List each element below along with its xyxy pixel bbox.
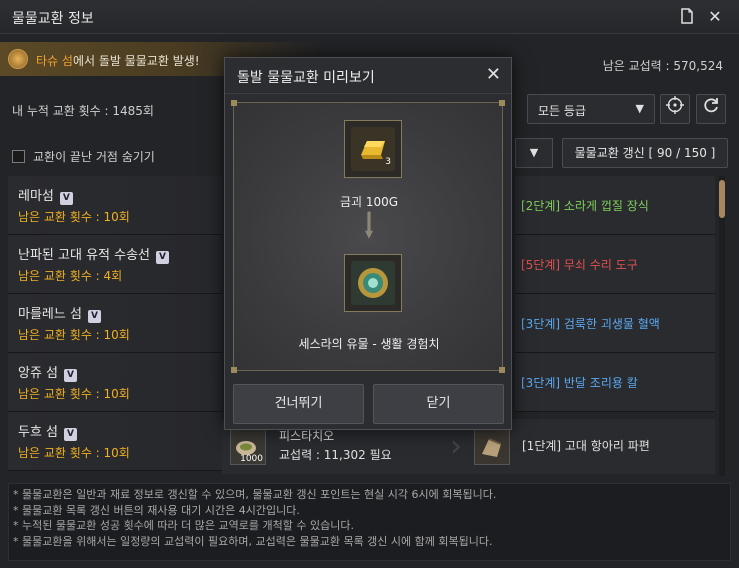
help-notes: * 물물교환은 일반과 재료 정보로 갱신할 수 있으며, 물물교환 갱신 포인…: [8, 483, 731, 561]
island-name: 난파된 고대 유적 수송선: [18, 248, 150, 263]
pistachio-item-icon: 1000: [230, 429, 266, 465]
window-title: 물물교환 정보: [12, 11, 94, 27]
skip-button[interactable]: 건너뛰기: [233, 384, 364, 424]
filter-dropdown[interactable]: ▼: [515, 138, 553, 168]
remaining-power: 남은 교섭력 : 570,524: [602, 59, 723, 73]
island-remaining-count: 남은 교환 횟수 : 4회: [18, 269, 123, 283]
trade-item-name: [2단계] 소라게 껍질 장식: [521, 199, 649, 213]
corner-ornament: [499, 100, 505, 106]
island-name: 레마섬: [18, 189, 54, 204]
trade-preview-dialog: 돌발 물물교환 미리보기 ✕ 3 금괴 100G 세스라의 유물 - 생활 경험…: [224, 57, 512, 430]
island-name: 마를레느 섬: [18, 307, 82, 322]
get-item-slot[interactable]: [344, 254, 402, 312]
trade-item[interactable]: [3단계] 반달 조리용 칼: [515, 353, 715, 412]
hide-done-toggle[interactable]: 교환이 끝난 거점 숨기기: [12, 148, 155, 165]
get-item-name: 세스라의 유물 - 생활 경험치: [298, 337, 440, 351]
title-bar: 물물교환 정보 ✕: [0, 0, 739, 34]
arrow-down-icon: [365, 211, 373, 239]
pot-shard-item-icon: [474, 429, 510, 465]
island-list: 레마섬 V 남은 교환 횟수 : 10회 난파된 고대 유적 수송선 V 남은 교환…: [8, 176, 222, 471]
event-notice-message: 에서 돌발 물물교환 발생!: [72, 54, 200, 68]
event-island-name: 타슈 섬: [36, 54, 73, 68]
event-notice-text: 타슈 섬에서 돌발 물물교환 발생!: [36, 52, 200, 69]
relic-icon: [351, 261, 395, 305]
island-item[interactable]: 마를레느 섬 V 남은 교환 횟수 : 10회: [8, 294, 222, 353]
island-item[interactable]: 난파된 고대 유적 수송선 V 남은 교환 횟수 : 4회: [8, 235, 222, 294]
crosshair-icon: [666, 96, 684, 114]
locate-button[interactable]: [660, 94, 690, 124]
island-remaining-count: 남은 교환 횟수 : 10회: [18, 328, 130, 342]
island-item[interactable]: 두흐 섬 V 남은 교환 횟수 : 10회: [8, 412, 222, 471]
cumulative-count: 내 누적 교환 횟수 : 1485회: [12, 104, 154, 118]
v-badge-icon: V: [156, 251, 169, 264]
close-button[interactable]: 닫기: [373, 384, 504, 424]
island-remaining-count: 남은 교환 횟수 : 10회: [18, 387, 130, 401]
hide-done-checkbox[interactable]: [12, 150, 25, 163]
grade-dropdown[interactable]: 모든 등급 ▼: [527, 94, 655, 124]
item-quantity: 1000: [240, 454, 263, 464]
help-note-line: * 물물교환은 일반과 재료 정보로 갱신할 수 있으며, 물물교환 갱신 포인…: [13, 488, 497, 501]
help-note-line: * 물물교환 목록 갱신 버튼의 재사용 대기 시간은 4시간입니다.: [13, 503, 300, 517]
triangle-down-icon: ▼: [635, 102, 644, 115]
document-icon[interactable]: [678, 8, 696, 26]
island-item[interactable]: 앙쥬 섬 V 남은 교환 횟수 : 10회: [8, 353, 222, 412]
trade-item[interactable]: [2단계] 소라게 껍질 장식: [515, 176, 715, 235]
give-item-name: 금괴 100G: [339, 195, 399, 209]
trade-item[interactable]: [3단계] 검룩한 괴생물 혈액: [515, 294, 715, 353]
island-name: 앙쥬 섬: [18, 366, 59, 381]
trade-info-window: 물물교환 정보 ✕ 타슈 섬에서 돌발 물물교환 발생! 남은 교섭력 : 57…: [0, 0, 739, 568]
trade-preview-panel: 3 금괴 100G 세스라의 유물 - 생활 경험치: [231, 100, 505, 373]
dialog-title: 돌발 물물교환 미리보기: [237, 70, 375, 86]
v-badge-icon: V: [64, 369, 78, 382]
close-icon[interactable]: ✕: [486, 64, 501, 85]
trade-item-name: [1단계] 고대 항아리 파편: [522, 439, 650, 453]
corner-ornament: [231, 100, 237, 106]
trade-list: [2단계] 소라게 껍질 장식 [5단계] 무쇠 수리 도구 [3단계] 검룩한…: [515, 176, 715, 412]
hide-done-label: 교환이 끝난 거점 숨기기: [33, 150, 155, 164]
close-icon[interactable]: ✕: [706, 8, 724, 26]
corner-ornament: [499, 367, 505, 373]
v-badge-icon: V: [87, 310, 101, 323]
dialog-header: 돌발 물물교환 미리보기 ✕: [225, 58, 511, 94]
reload-button[interactable]: [696, 94, 726, 124]
merchant-icon: [8, 49, 28, 69]
help-note-line: * 누적된 물물교환 성공 횟수에 따라 더 많은 교역로를 개척할 수 있습니…: [13, 519, 354, 532]
trade-item-name: [3단계] 검룩한 괴생물 혈액: [521, 317, 660, 331]
power-requirement: 교섭력 : 11,302 필요: [279, 448, 392, 462]
v-badge-icon: V: [59, 192, 73, 205]
island-remaining-count: 남은 교환 횟수 : 10회: [18, 446, 130, 460]
give-item-slot[interactable]: 3: [344, 120, 402, 178]
v-badge-icon: V: [64, 428, 78, 441]
scrollbar-track[interactable]: [719, 176, 725, 476]
island-name: 두흐 섬: [18, 425, 59, 440]
grade-dropdown-value: 모든 등급: [538, 104, 586, 118]
trade-item[interactable]: [5단계] 무쇠 수리 도구: [515, 235, 715, 294]
trade-item-name: [3단계] 반달 조리용 칼: [521, 376, 638, 390]
item-quantity: 3: [385, 157, 391, 167]
refresh-icon: [704, 98, 718, 113]
triangle-down-icon: ▼: [529, 146, 539, 159]
help-note-line: * 물물교환을 위해서는 일정량의 교섭력이 필요하며, 교섭력은 물물교환 목…: [13, 534, 493, 548]
island-item[interactable]: 레마섬 V 남은 교환 횟수 : 10회: [8, 176, 222, 235]
refresh-trade-button[interactable]: 물물교환 갱신 [ 90 / 150 ]: [562, 138, 728, 168]
island-remaining-count: 남은 교환 횟수 : 10회: [18, 210, 130, 224]
corner-ornament: [231, 367, 237, 373]
scrollbar-thumb[interactable]: [719, 180, 725, 218]
trade-item-name: [5단계] 무쇠 수리 도구: [521, 258, 638, 272]
